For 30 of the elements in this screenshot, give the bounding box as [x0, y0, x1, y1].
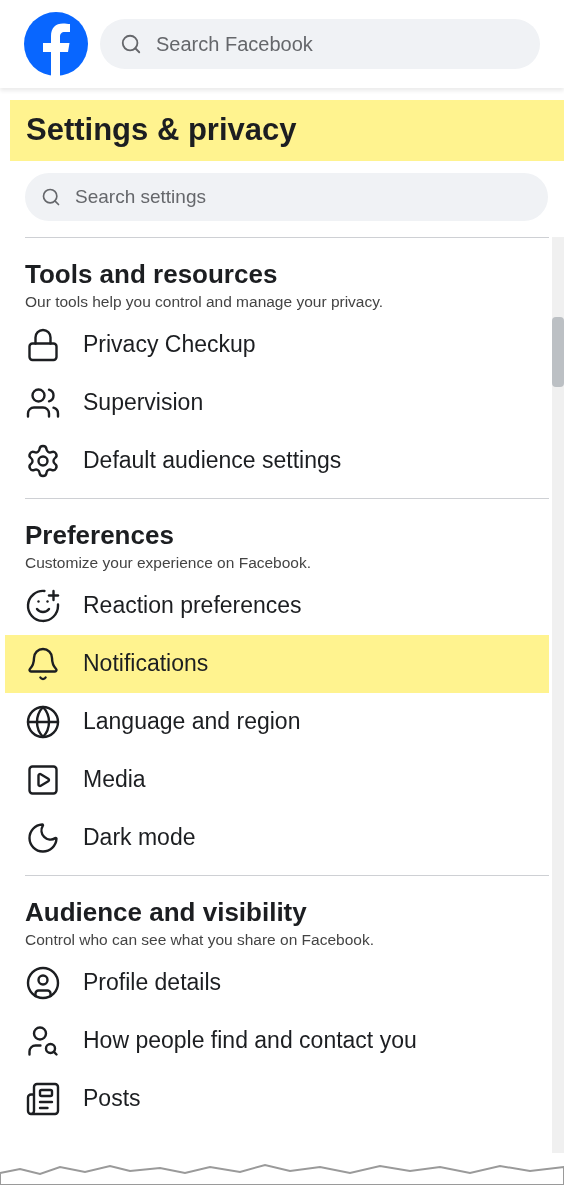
- section-heading: Tools and resources: [25, 257, 279, 290]
- section-heading: Preferences: [25, 518, 175, 551]
- settings-item[interactable]: Privacy Checkup: [5, 315, 549, 374]
- settings-item[interactable]: How people find and contact you: [5, 1011, 549, 1070]
- globe-icon: [25, 703, 61, 740]
- settings-icon: [25, 442, 61, 479]
- bell-icon: [25, 645, 61, 682]
- settings-item[interactable]: Default audience settings: [5, 431, 549, 490]
- settings-item[interactable]: Dark mode: [5, 808, 549, 867]
- settings-item[interactable]: Language and region: [5, 692, 549, 751]
- posts-icon: [25, 1080, 61, 1117]
- settings-item[interactable]: Media: [5, 750, 549, 809]
- section-heading: Audience and visibility: [25, 895, 308, 928]
- lock-icon: [25, 326, 61, 363]
- logo-icon[interactable]: [24, 12, 88, 76]
- search-icon: [120, 33, 142, 55]
- settings-item[interactable]: Reaction preferences: [5, 576, 549, 635]
- profile-icon: [25, 964, 61, 1001]
- settings-item[interactable]: Notifications: [5, 634, 549, 693]
- smiley-icon: [25, 587, 61, 624]
- search-field[interactable]: Search Facebook: [100, 19, 540, 69]
- settings-item[interactable]: Profile details: [5, 953, 549, 1012]
- page-title: Settings & privacy: [10, 100, 564, 161]
- settings-item[interactable]: Posts: [5, 1069, 549, 1128]
- section-subtitle: Our tools help you control and manage your privacy.: [25, 291, 385, 312]
- settings-search-field[interactable]: Search settings: [25, 172, 548, 221]
- section-subtitle: Customize your experience on Facebook.: [25, 552, 313, 573]
- section-subtitle: Control who can see what you share on Facebook.: [25, 929, 375, 950]
- search-icon: [41, 186, 61, 207]
- settings-item[interactable]: Supervision: [5, 373, 549, 432]
